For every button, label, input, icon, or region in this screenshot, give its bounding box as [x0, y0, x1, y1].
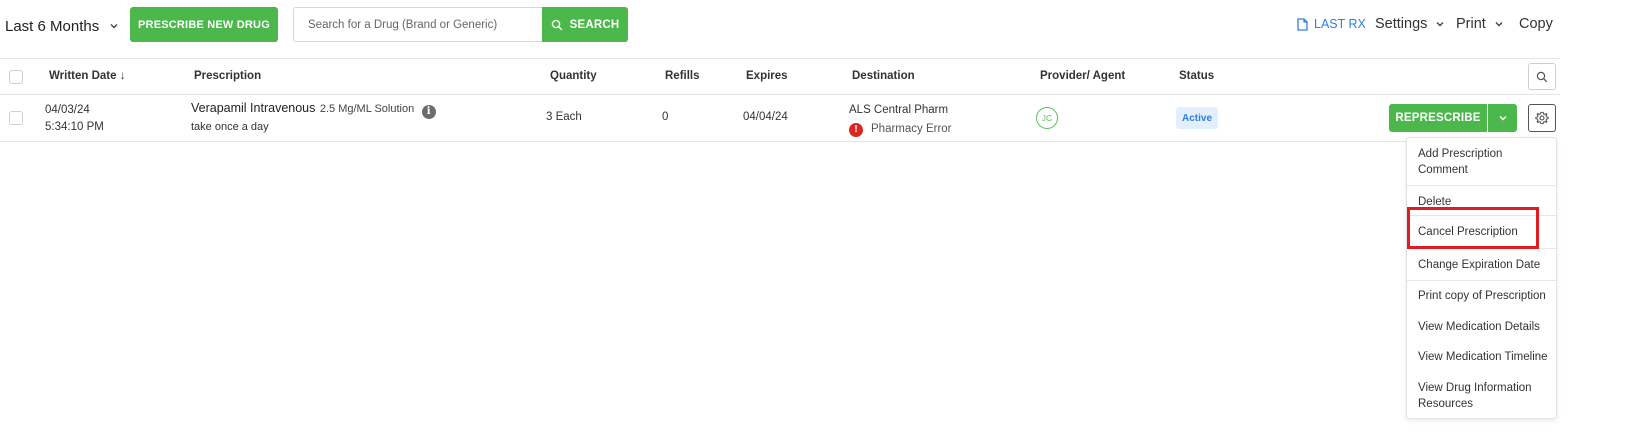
column-header-prescription[interactable]: Prescription [194, 70, 261, 82]
settings-menu[interactable]: Settings [1375, 16, 1445, 32]
menu-item-print-copy[interactable]: Print copy of Prescription [1418, 288, 1554, 304]
copy-button[interactable]: Copy [1519, 16, 1553, 32]
table-search-button[interactable] [1528, 63, 1556, 90]
print-menu[interactable]: Print [1456, 16, 1504, 32]
destination-cell: ALS Central Pharm ! Pharmacy Error [849, 101, 952, 139]
menu-item-cancel-prescription[interactable]: Cancel Prescription [1418, 224, 1554, 240]
print-label: Print [1456, 16, 1486, 32]
menu-item-add-comment[interactable]: Add Prescription Comment [1418, 146, 1554, 178]
prescription-cell: Verapamil Intravenous 2.5 Mg/ML Solution… [191, 99, 436, 136]
header-divider [0, 94, 1560, 95]
row-divider [0, 141, 1406, 142]
drug-name[interactable]: Verapamil Intravenous [191, 101, 315, 115]
menu-divider [1407, 280, 1556, 281]
drug-search-input[interactable] [293, 7, 544, 42]
gear-icon [1535, 111, 1549, 125]
chevron-down-icon [1436, 22, 1444, 27]
document-icon [1297, 17, 1308, 31]
menu-divider [1407, 185, 1556, 186]
row-actions-menu: Add Prescription Comment Delete Cancel P… [1406, 137, 1557, 419]
drug-strength: 2.5 Mg/ML Solution [319, 103, 415, 115]
column-header-written-date[interactable]: Written Date ↓ [49, 70, 125, 82]
chevron-down-icon [1495, 22, 1503, 27]
copy-label: Copy [1519, 16, 1553, 32]
settings-label: Settings [1375, 16, 1428, 32]
error-icon: ! [849, 122, 863, 137]
column-header-destination[interactable]: Destination [852, 70, 915, 82]
sig-text: take once a day [191, 120, 269, 133]
column-header-quantity[interactable]: Quantity [550, 70, 597, 82]
last-rx-label: LAST RX [1314, 17, 1366, 31]
expires-cell: 04/04/24 [743, 111, 788, 123]
row-checkbox[interactable] [9, 111, 23, 125]
period-label: Last 6 Months [5, 17, 100, 35]
provider-avatar[interactable]: JC [1036, 107, 1058, 129]
search-button[interactable]: SEARCH [542, 7, 628, 42]
column-header-refills[interactable]: Refills [665, 70, 700, 82]
column-header-status[interactable]: Status [1179, 70, 1214, 82]
menu-divider [1407, 248, 1556, 249]
refills-cell: 0 [662, 111, 669, 123]
destination-name: ALS Central Pharm [849, 104, 949, 116]
written-time: 5:34:10 PM [45, 121, 104, 133]
chevron-down-icon [1498, 115, 1507, 121]
menu-item-view-medication-timeline[interactable]: View Medication Timeline [1418, 349, 1554, 365]
prescribe-new-drug-button[interactable]: PRESCRIBE NEW DRUG [130, 7, 278, 42]
menu-divider [1407, 215, 1556, 216]
represcribe-button[interactable]: REPRESCRIBE [1389, 104, 1487, 132]
row-settings-button[interactable] [1528, 104, 1556, 132]
menu-item-view-drug-information[interactable]: View Drug Information Resources [1418, 380, 1554, 412]
quantity-cell: 3 Each [546, 111, 582, 123]
menu-item-delete[interactable]: Delete [1418, 194, 1554, 210]
search-icon [1536, 71, 1548, 82]
written-date-cell: 04/03/24 5:34:10 PM [45, 102, 104, 136]
select-all-checkbox[interactable] [9, 70, 23, 84]
pharmacy-error-text[interactable]: Pharmacy Error [871, 120, 952, 139]
menu-item-change-expiration[interactable]: Change Expiration Date [1418, 257, 1554, 273]
column-header-provider[interactable]: Provider/ Agent [1040, 70, 1125, 82]
search-button-label: SEARCH [569, 18, 620, 31]
last-rx-link[interactable]: LAST RX [1297, 17, 1366, 31]
status-badge: Active [1176, 107, 1218, 129]
menu-item-view-medication-details[interactable]: View Medication Details [1418, 319, 1554, 335]
written-date: 04/03/24 [45, 104, 90, 116]
chevron-down-icon [110, 24, 118, 29]
represcribe-options-button[interactable] [1488, 104, 1517, 132]
period-dropdown[interactable]: Last 6 Months [5, 14, 119, 38]
search-icon [551, 19, 562, 30]
info-icon[interactable]: i [421, 104, 436, 119]
table-top-divider [0, 58, 1560, 59]
column-header-expires[interactable]: Expires [746, 70, 788, 82]
sort-arrow-icon: ↓ [119, 70, 126, 82]
